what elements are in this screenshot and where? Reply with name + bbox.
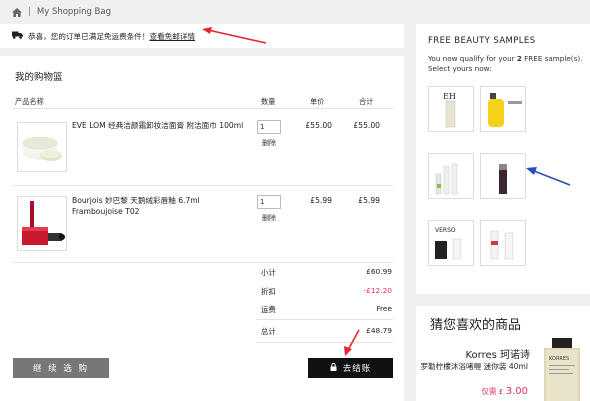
lock-icon [330,362,337,374]
remove-item-link[interactable]: 删除 [262,213,276,223]
divider [13,262,393,263]
sample-brand-label: EH [443,92,456,101]
sample-brand-label: VERSO [435,227,456,234]
checkout-button[interactable]: 去结账 [308,358,393,378]
product-image-bourjois[interactable] [17,196,67,251]
divider [256,342,393,343]
banner-message: 恭喜，您的订单已满足免运费条件！ [28,31,150,41]
quantity-input[interactable]: 1 [257,195,281,209]
shipping-value: Free [376,304,392,313]
sample-option[interactable] [428,153,474,199]
annotation-arrow [344,329,360,356]
subtotal-value: £60.99 [366,267,392,276]
divider [256,319,393,320]
product-name[interactable]: EVE LOM 经典洁颜霜卸妆洁面膏 附洁面巾 100ml [72,120,252,131]
sample-option[interactable] [480,220,526,266]
sample-option[interactable] [480,86,526,132]
samples-title: FREE BEAUTY SAMPLES [428,36,536,46]
subtotal-label: 小计 [261,268,276,277]
total-label: 总计 [261,327,276,336]
bottle-brand-label: KORRES [549,356,569,362]
remove-item-link[interactable]: 删除 [262,138,276,148]
checkout-label: 去结账 [342,364,372,374]
discount-value: -£12.20 [363,286,392,295]
annotation-arrow [202,27,267,44]
recommend-product-name[interactable]: 罗勒柠檬沐浴啫喱 迷你装 40ml [418,361,528,372]
unit-price: £55.00 [305,121,332,130]
unit-price: £5.99 [310,196,332,205]
header-unit-price: 单价 [310,97,325,106]
product-name[interactable]: Bourjois 妙巴黎 天鹅绒彩唇釉 6.7ml Framboujoise T… [72,195,252,217]
shipping-label: 运费 [261,305,276,314]
header-product-name: 产品名称 [15,97,44,106]
recommend-price: 仅需 £ 3.00 [481,386,528,397]
recommended-products-panel: 猜您喜欢的商品 Korres 珂诺诗 罗勒柠檬沐浴啫喱 迷你装 40ml 仅需 … [416,306,590,401]
breadcrumb-separator: | [28,7,31,17]
header-quantity: 数量 [261,97,276,106]
annotation-arrow [526,167,571,186]
divider [13,108,393,109]
total-value: £48.79 [366,326,392,335]
sample-option[interactable]: VERSO [428,220,474,266]
home-icon[interactable] [12,7,22,17]
divider [13,185,393,186]
product-image-eve-lom[interactable] [17,122,67,172]
cart-title: 我的购物篮 [15,72,63,83]
discount-label: 折扣 [261,287,276,296]
continue-shopping-button[interactable]: 继 续 选 购 [13,358,109,378]
line-total: £5.99 [358,196,380,205]
recommend-product-image[interactable]: KORRES [540,338,584,401]
recommend-title: 猜您喜欢的商品 [430,318,522,333]
free-samples-panel: FREE BEAUTY SAMPLES You now qualify for … [416,24,590,294]
recommend-brand[interactable]: Korres 珂诺诗 [465,346,530,361]
truck-icon [12,31,23,41]
breadcrumb: | My Shopping Bag [12,5,111,19]
free-shipping-details-link[interactable]: 查看免邮详情 [150,31,196,42]
sample-option[interactable]: EH [428,86,474,132]
header-total: 合计 [359,97,374,106]
line-total: £55.00 [353,121,380,130]
samples-description: You now qualify for your 2 FREE sample(s… [428,54,583,73]
quantity-input[interactable]: 1 [257,120,281,134]
sample-option[interactable] [480,153,526,199]
breadcrumb-current: My Shopping Bag [36,7,111,17]
